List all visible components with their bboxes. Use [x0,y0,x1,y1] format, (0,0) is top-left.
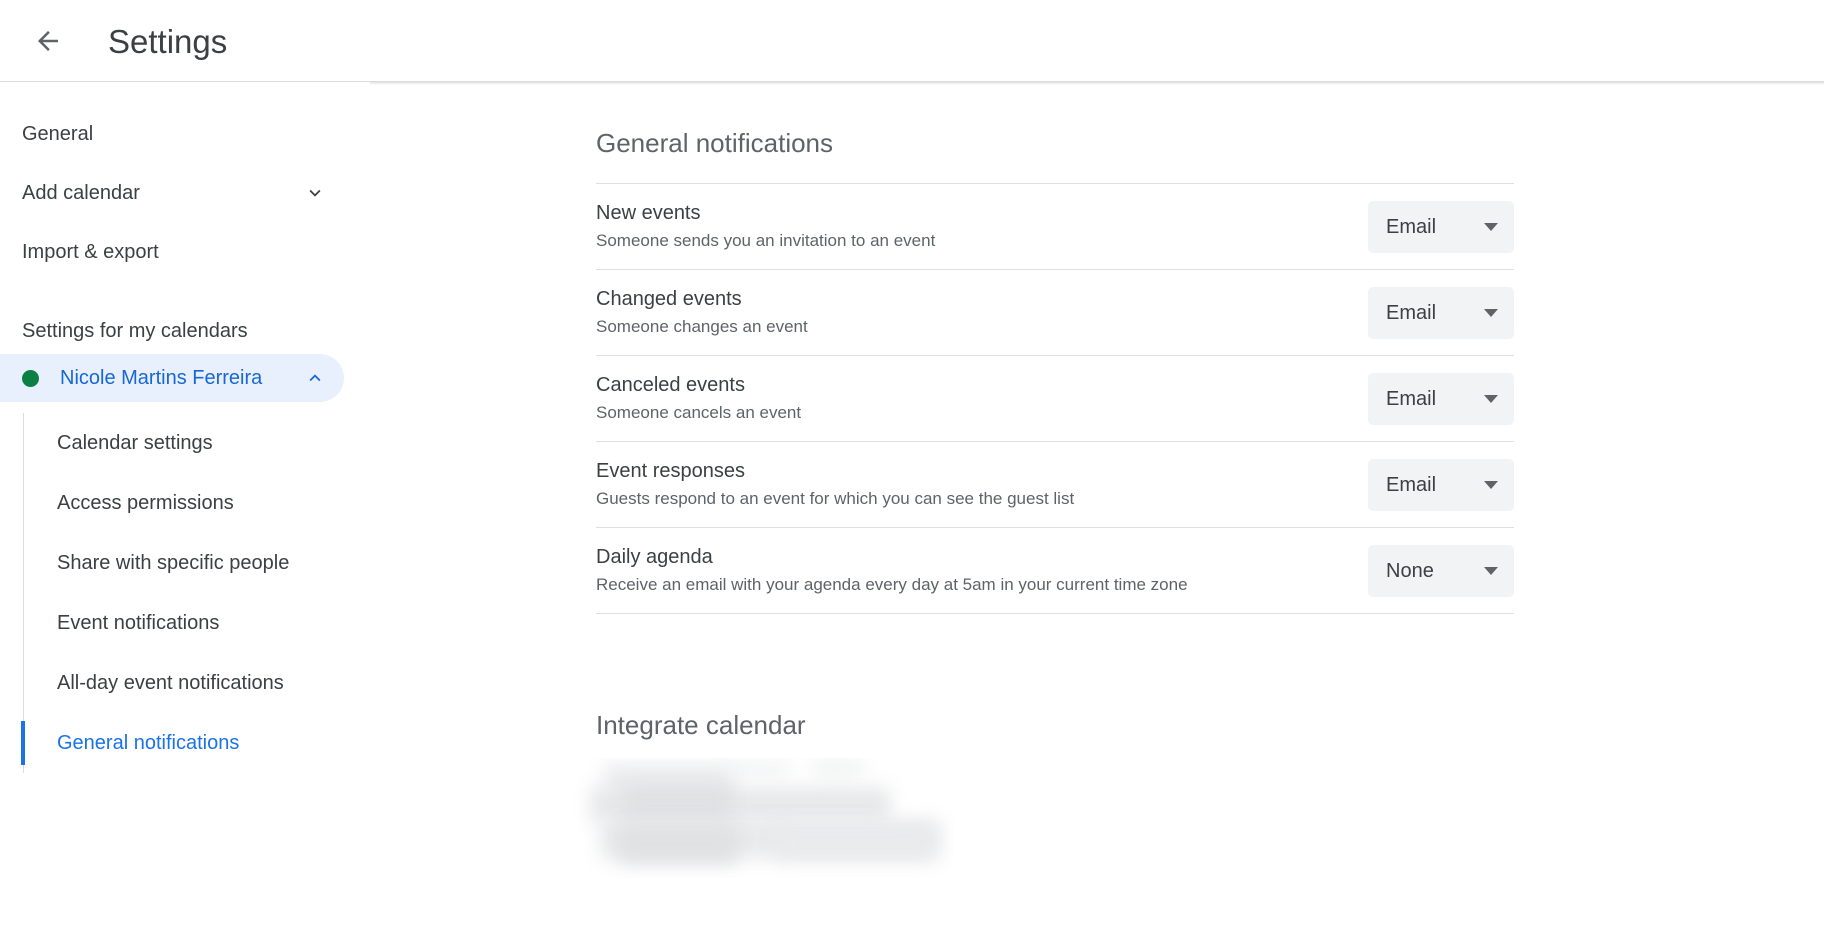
sidebar-calendar-nicole-martins-ferreira[interactable]: Nicole Martins Ferreira [0,354,344,402]
notification-row-canceled-events: Canceled events Someone cancels an event… [596,355,1514,441]
sidebar-item-calendar-settings[interactable]: Calendar settings [0,413,370,473]
notification-description: Someone sends you an invitation to an ev… [596,230,1348,252]
sidebar-item-general[interactable]: General [0,110,370,158]
arrow-back-icon [33,26,63,56]
daily-agenda-select-value: None [1386,561,1434,581]
notification-row-event-responses: Event responses Guests respond to an eve… [596,441,1514,527]
sidebar-calendar-label: Nicole Martins Ferreira [60,368,304,388]
integrate-calendar-heading: Integrate calendar [596,712,1824,738]
notification-row-new-events: New events Someone sends you an invitati… [596,183,1514,269]
settings-sidebar: General Add calendar Import & export Set… [0,82,370,928]
sidebar-item-import-export-label: Import & export [22,242,159,262]
settings-page: Settings General Add calendar Import & e… [0,0,1824,928]
notification-description: Someone cancels an event [596,402,1348,424]
canceled-events-select-value: Email [1386,389,1436,409]
notification-description: Someone changes an event [596,316,1348,338]
notification-description: Guests respond to an event for which you… [596,488,1348,510]
notification-text: Daily agenda Receive an email with your … [596,545,1368,596]
chevron-down-icon [1484,223,1498,231]
sidebar-item-add-calendar[interactable]: Add calendar [0,169,370,217]
sidebar-item-add-calendar-label: Add calendar [22,183,140,203]
settings-main-content: General notifications New events Someone… [370,82,1824,928]
calendar-color-dot-icon [22,370,39,387]
notification-title: Changed events [596,287,1348,312]
notification-text: Event responses Guests respond to an eve… [596,459,1368,510]
notification-text: New events Someone sends you an invitati… [596,201,1368,252]
notification-title: Daily agenda [596,545,1348,570]
sidebar-item-calendar-settings-label: Calendar settings [57,433,213,453]
sidebar-item-access-permissions-label: Access permissions [57,493,234,513]
sidebar-item-general-notifications[interactable]: General notifications [0,713,370,773]
event-responses-select[interactable]: Email [1368,459,1514,511]
sidebar-item-all-day-event-notifications-label: All-day event notifications [57,673,284,693]
new-events-select[interactable]: Email [1368,201,1514,253]
integrate-calendar-redacted-content [574,758,954,878]
notification-title: Event responses [596,459,1348,484]
general-notifications-list: New events Someone sends you an invitati… [596,183,1514,614]
event-responses-select-value: Email [1386,475,1436,495]
new-events-select-value: Email [1386,217,1436,237]
notification-row-daily-agenda: Daily agenda Receive an email with your … [596,527,1514,614]
notification-title: New events [596,201,1348,226]
notification-title: Canceled events [596,373,1348,398]
sidebar-item-share-with-specific-people[interactable]: Share with specific people [0,533,370,593]
chevron-up-icon[interactable] [304,367,326,389]
general-notifications-heading: General notifications [596,130,1824,156]
changed-events-select-value: Email [1386,303,1436,323]
chevron-down-icon [1484,481,1498,489]
chevron-down-icon [1484,395,1498,403]
notification-text: Canceled events Someone cancels an event [596,373,1368,424]
sidebar-item-general-label: General [22,124,93,144]
sidebar-item-access-permissions[interactable]: Access permissions [0,473,370,533]
page-header: Settings [0,0,1824,82]
sidebar-sublist: Calendar settings Access permissions Sha… [0,413,370,773]
sidebar-item-all-day-event-notifications[interactable]: All-day event notifications [0,653,370,713]
sidebar-item-import-export[interactable]: Import & export [0,228,370,276]
notification-description: Receive an email with your agenda every … [596,574,1348,596]
page-title: Settings [108,25,227,58]
sidebar-item-event-notifications[interactable]: Event notifications [0,593,370,653]
sidebar-item-share-with-specific-people-label: Share with specific people [57,553,289,573]
chevron-down-icon[interactable] [304,182,326,204]
changed-events-select[interactable]: Email [1368,287,1514,339]
sidebar-item-general-notifications-label: General notifications [57,733,239,753]
back-button[interactable] [24,17,72,65]
sidebar-section-title: Settings for my calendars [0,321,370,341]
notification-row-changed-events: Changed events Someone changes an event … [596,269,1514,355]
notification-text: Changed events Someone changes an event [596,287,1368,338]
daily-agenda-select[interactable]: None [1368,545,1514,597]
chevron-down-icon [1484,567,1498,575]
canceled-events-select[interactable]: Email [1368,373,1514,425]
chevron-down-icon [1484,309,1498,317]
sidebar-item-event-notifications-label: Event notifications [57,613,219,633]
